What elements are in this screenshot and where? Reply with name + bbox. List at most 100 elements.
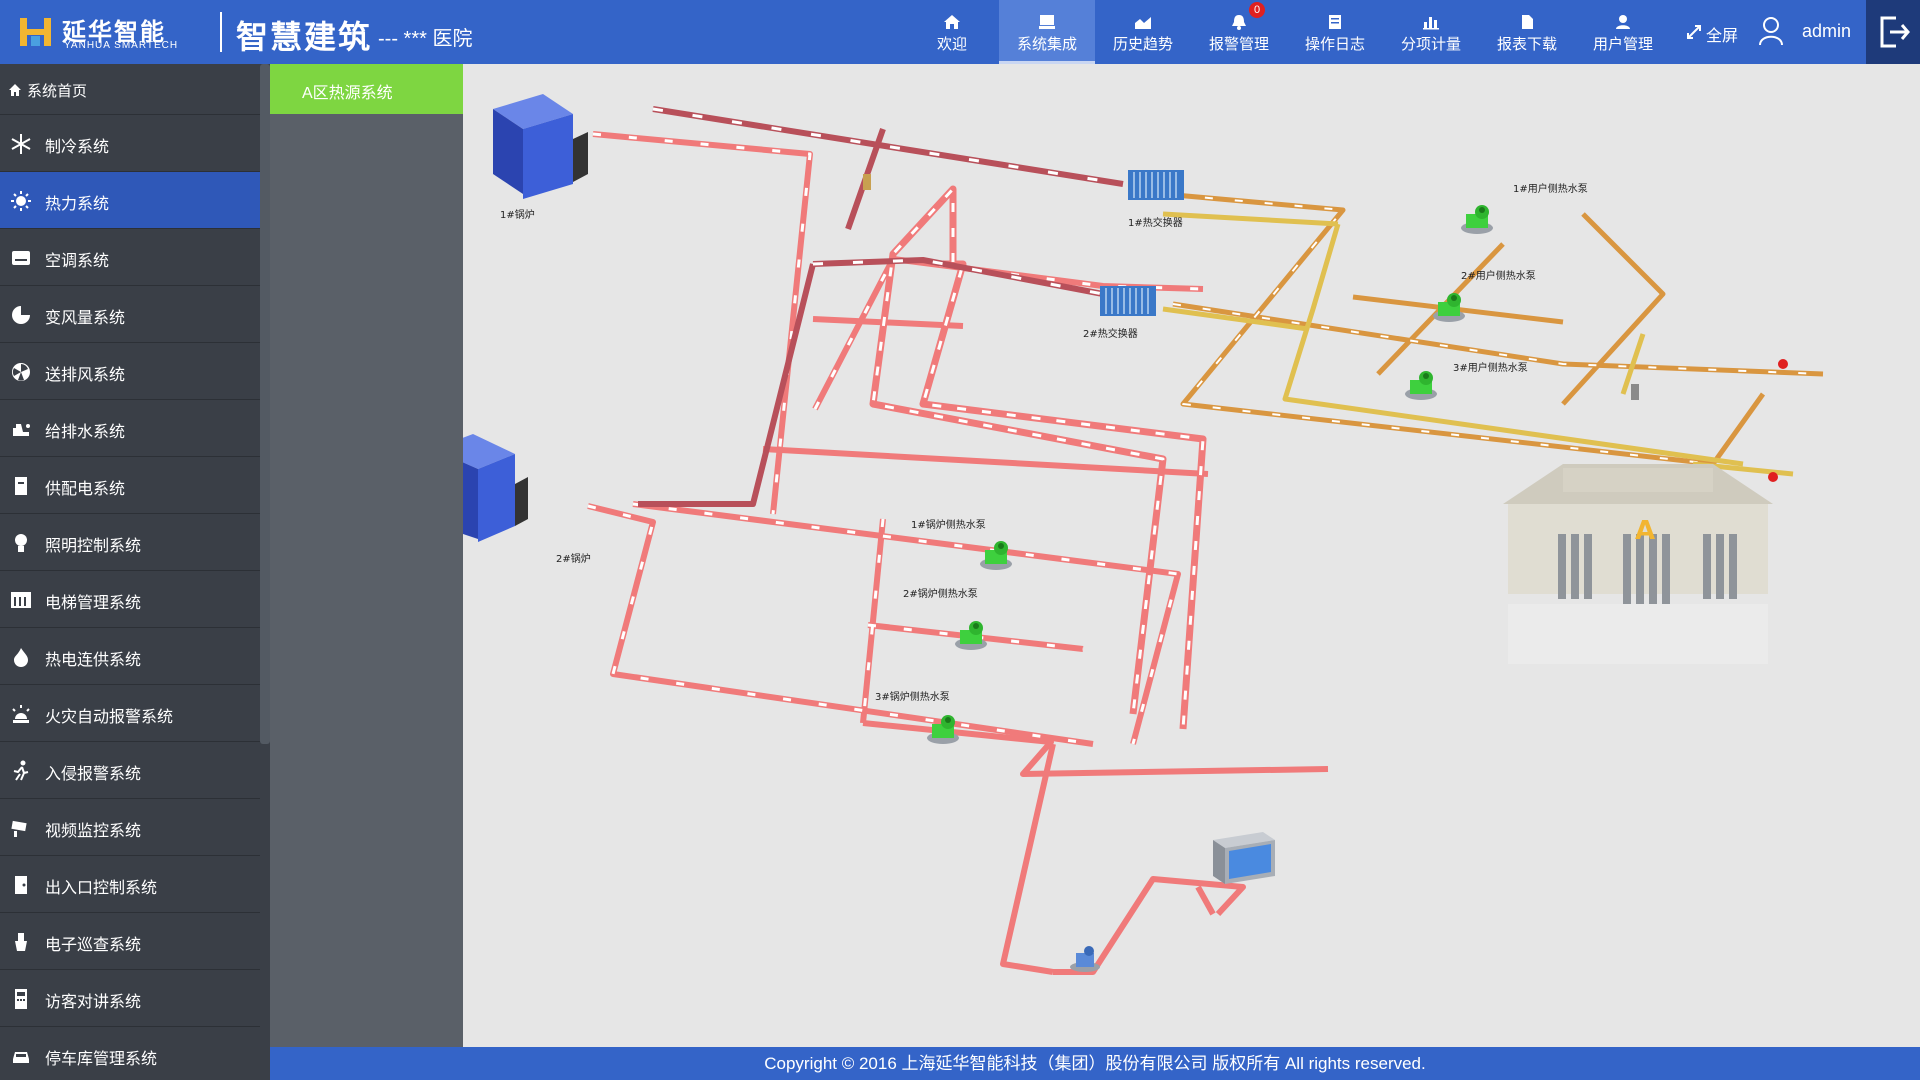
boiler-2-label: 2#锅炉 <box>556 553 591 565</box>
nav-label: 报警管理 <box>1208 36 1269 53</box>
valve-icon[interactable] <box>1631 384 1639 400</box>
nav-label: 用户管理 <box>1592 36 1653 53</box>
sidebar-item-power-distribution[interactable]: 供配电系统 <box>0 457 260 514</box>
user-pump-1[interactable] <box>1461 205 1493 234</box>
boiler-pump-1-label: 1#锅炉侧热水泵 <box>911 518 986 531</box>
document-icon <box>1522 15 1533 29</box>
home-icon <box>9 84 21 96</box>
sidebar-item-parking[interactable]: 停车库管理系统 <box>0 1027 260 1080</box>
fullscreen-button[interactable]: 全屏 <box>1706 22 1738 46</box>
bell-icon <box>1232 15 1246 30</box>
user-pump-3-label: 3#用户侧热水泵 <box>1453 361 1528 374</box>
nav-report-download[interactable]: 报表下载 <box>1479 0 1575 64</box>
sidebar-item-label: 变风量系统 <box>45 310 126 327</box>
heating-system-diagram: 1#锅炉 2#锅炉 1#热交换器 2#热交换器 1#用户侧热水泵 2#用户侧热水… <box>463 64 1920 1047</box>
alarm-count-badge: 0 <box>1249 2 1265 18</box>
flame-icon <box>14 648 28 667</box>
user-avatar-icon[interactable] <box>1758 16 1784 46</box>
heat-exchanger-2-label: 2#热交换器 <box>1083 327 1138 340</box>
sidebar-item-refrigeration[interactable]: 制冷系统 <box>0 115 260 172</box>
airflow-icon <box>12 306 30 324</box>
camera-icon <box>11 820 27 837</box>
sidebar-item-fire-alarm[interactable]: 火灾自动报警系统 <box>0 685 260 742</box>
sidebar-item-home[interactable]: 系统首页 <box>0 64 260 115</box>
makeup-pump[interactable] <box>1070 946 1100 972</box>
sidebar-item-intercom[interactable]: 访客对讲系统 <box>0 970 260 1027</box>
monitor-icon <box>1039 15 1055 29</box>
expand-icon[interactable] <box>1686 24 1702 40</box>
building-mark: A <box>1635 516 1655 546</box>
nav-history-trend[interactable]: 历史趋势 <box>1095 0 1191 64</box>
nav-label: 系统集成 <box>1016 36 1077 53</box>
sidebar-item-intrusion[interactable]: 入侵报警系统 <box>0 742 260 799</box>
heat-exchanger-2[interactable] <box>1099 285 1157 317</box>
top-header: 延华智能 YANHUA SMARTECH 智慧建筑 --- *** 医院 欢迎 … <box>0 0 1920 64</box>
sidebar-item-label: 供配电系统 <box>45 481 126 498</box>
user-icon <box>1616 15 1630 29</box>
user-pump-3[interactable] <box>1405 371 1437 400</box>
sidebar-item-label: 制冷系统 <box>45 139 110 156</box>
water-tank[interactable] <box>1213 832 1275 884</box>
snowflake-icon <box>11 134 31 154</box>
boiler-pump-1[interactable] <box>980 541 1012 570</box>
nav-label: 报表下载 <box>1496 36 1557 53</box>
site-name: --- *** 医院 <box>378 28 473 50</box>
user-pump-1-label: 1#用户侧热水泵 <box>1513 182 1588 195</box>
sidebar-item-label: 电子巡查系统 <box>45 937 142 954</box>
alarm-icon <box>12 705 30 723</box>
heat-exchanger-1[interactable] <box>1127 169 1185 201</box>
running-man-icon <box>13 760 29 781</box>
boiler-pump-3-label: 3#锅炉侧热水泵 <box>875 690 950 703</box>
logout-icon <box>1880 16 1910 48</box>
nav-system-integration[interactable]: 系统集成 <box>999 0 1095 64</box>
sidebar-item-label: 热力系统 <box>45 196 110 213</box>
sidebar-item-label: 入侵报警系统 <box>45 766 142 783</box>
valve-icon[interactable] <box>863 174 871 190</box>
username[interactable]: admin <box>1802 21 1851 42</box>
diagram-svg: 1#锅炉 2#锅炉 1#热交换器 2#热交换器 1#用户侧热水泵 2#用户侧热水… <box>463 94 1824 975</box>
home-icon <box>944 15 960 29</box>
car-icon <box>13 1052 29 1063</box>
nav-alarm-management[interactable]: 报警管理 0 <box>1191 0 1287 64</box>
door-icon <box>15 876 27 894</box>
logout-button[interactable] <box>1866 0 1920 64</box>
sidebar-item-label: 系统首页 <box>27 83 88 100</box>
sidebar-item-patrol[interactable]: 电子巡查系统 <box>0 913 260 970</box>
sidebar-item-air-conditioning[interactable]: 空调系统 <box>0 229 260 286</box>
sidebar-item-label: 照明控制系统 <box>45 538 142 555</box>
sidebar-item-access-control[interactable]: 出入口控制系统 <box>0 856 260 913</box>
alarm-light-icon <box>1768 359 1788 482</box>
air-conditioner-icon <box>12 251 30 265</box>
sidebar-item-vav[interactable]: 变风量系统 <box>0 286 260 343</box>
user-pump-2-label: 2#用户侧热水泵 <box>1461 269 1536 282</box>
sidebar-item-lighting[interactable]: 照明控制系统 <box>0 514 260 571</box>
nav-operation-log[interactable]: 操作日志 <box>1287 0 1383 64</box>
brand-name-en: YANHUA SMARTECH <box>64 40 179 51</box>
nav-label: 欢迎 <box>936 36 967 53</box>
sidebar-item-video[interactable]: 视频监控系统 <box>0 799 260 856</box>
boiler-1[interactable] <box>493 94 588 199</box>
elevator-icon <box>11 592 31 608</box>
sidebar-item-label: 送排风系统 <box>45 367 126 384</box>
yanhua-logo-icon <box>20 18 51 46</box>
nav-itemized-metering[interactable]: 分项计量 <box>1383 0 1479 64</box>
water-icon <box>13 424 30 436</box>
nav-welcome[interactable]: 欢迎 <box>904 0 1000 64</box>
sidebar: 系统首页 制冷系统 热力系统 空调系统 变风量系统 送排风系统 给排水系统 供配… <box>0 64 270 1080</box>
sidebar-item-ventilation[interactable]: 送排风系统 <box>0 343 260 400</box>
tab-zone-a-heat-source[interactable]: A区热源系统 <box>270 64 463 114</box>
sidebar-item-label: 空调系统 <box>45 253 110 270</box>
sidebar-item-label: 火灾自动报警系统 <box>45 709 174 726</box>
sidebar-item-label: 给排水系统 <box>45 424 126 441</box>
fan-icon <box>12 363 30 381</box>
nav-label: 历史趋势 <box>1112 36 1173 53</box>
footer-copyright: Copyright © 2016 上海延华智能科技（集团）股份有限公司 版权所有… <box>270 1047 1920 1080</box>
sidebar-item-chp[interactable]: 热电连供系统 <box>0 628 260 685</box>
sidebar-scrollbar[interactable] <box>260 64 270 744</box>
nav-user-management[interactable]: 用户管理 <box>1575 0 1671 64</box>
sidebar-item-water-supply[interactable]: 给排水系统 <box>0 400 260 457</box>
sidebar-item-elevator[interactable]: 电梯管理系统 <box>0 571 260 628</box>
sidebar-item-heating[interactable]: 热力系统 <box>0 172 260 229</box>
boiler-1-label: 1#锅炉 <box>500 209 535 221</box>
boiler-2[interactable] <box>463 434 528 542</box>
